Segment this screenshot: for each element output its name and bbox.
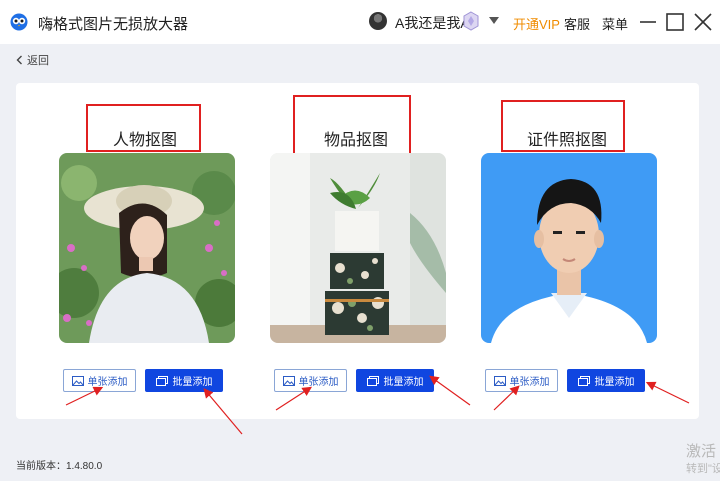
user-name[interactable]: A我还是我A (395, 13, 470, 33)
id-photo-image (481, 153, 657, 343)
batch-add-button[interactable]: 批量添加 (356, 369, 434, 392)
open-vip-link[interactable]: 开通VIP (513, 14, 560, 33)
option-object-cutout: 物品抠图 单张添加 批量添加 (267, 83, 467, 419)
single-add-button[interactable]: 单张添加 (274, 369, 347, 392)
batch-add-label: 批量添加 (383, 377, 424, 388)
single-add-label: 单张添加 (298, 377, 339, 388)
activation-watermark-hint: 转到"设 (686, 463, 720, 475)
owl-logo-icon (10, 13, 28, 31)
portrait-image (59, 153, 235, 343)
batch-add-label: 批量添加 (172, 377, 213, 388)
image-icon (71, 375, 84, 386)
back-button[interactable]: 返回 (16, 52, 49, 68)
close-icon[interactable] (692, 11, 714, 33)
maximize-icon[interactable] (664, 11, 686, 33)
avatar[interactable] (369, 12, 387, 30)
single-add-label: 单张添加 (509, 377, 550, 388)
single-add-button[interactable]: 单张添加 (485, 369, 558, 392)
menu-link[interactable]: 菜单 (602, 14, 628, 33)
plant-image (270, 153, 446, 343)
images-icon (155, 375, 168, 386)
image-icon (493, 375, 506, 386)
option-title: 证件照抠图 (526, 132, 607, 149)
chevron-left-icon (16, 55, 22, 65)
back-label: 返回 (27, 55, 49, 67)
option-title: 人物抠图 (112, 132, 177, 149)
customer-service-link[interactable]: 客服 (564, 14, 590, 33)
batch-add-label: 批量添加 (594, 377, 635, 388)
option-title: 物品抠图 (323, 132, 388, 149)
single-add-button[interactable]: 单张添加 (63, 369, 136, 392)
batch-add-button[interactable]: 批量添加 (145, 369, 223, 392)
chevron-down-icon[interactable] (489, 17, 499, 25)
option-person-cutout: 人物抠图 单张添加 批量添加 (56, 83, 256, 419)
app-title: 嗨格式图片无损放大器 (38, 16, 189, 33)
vip-badge-icon (463, 11, 479, 31)
option-id-photo-cutout: 证件照抠图 单张添加 批量添加 (478, 83, 678, 419)
minimize-icon[interactable] (637, 11, 659, 33)
title-bar: 嗨格式图片无损放大器 A我还是我A 开通VIP 客服 菜单 (0, 0, 720, 44)
activation-watermark: 激活 (686, 443, 717, 460)
image-icon (282, 375, 295, 386)
single-add-label: 单张添加 (87, 377, 128, 388)
images-icon (577, 375, 590, 386)
main-card: 人物抠图 单张添加 批量添加 物品抠图 单张添加 批量添加 证件照抠图 单张添加… (16, 83, 699, 419)
images-icon (366, 375, 379, 386)
batch-add-button[interactable]: 批量添加 (567, 369, 645, 392)
version-label: 当前版本：1.4.80.0 (16, 461, 103, 472)
